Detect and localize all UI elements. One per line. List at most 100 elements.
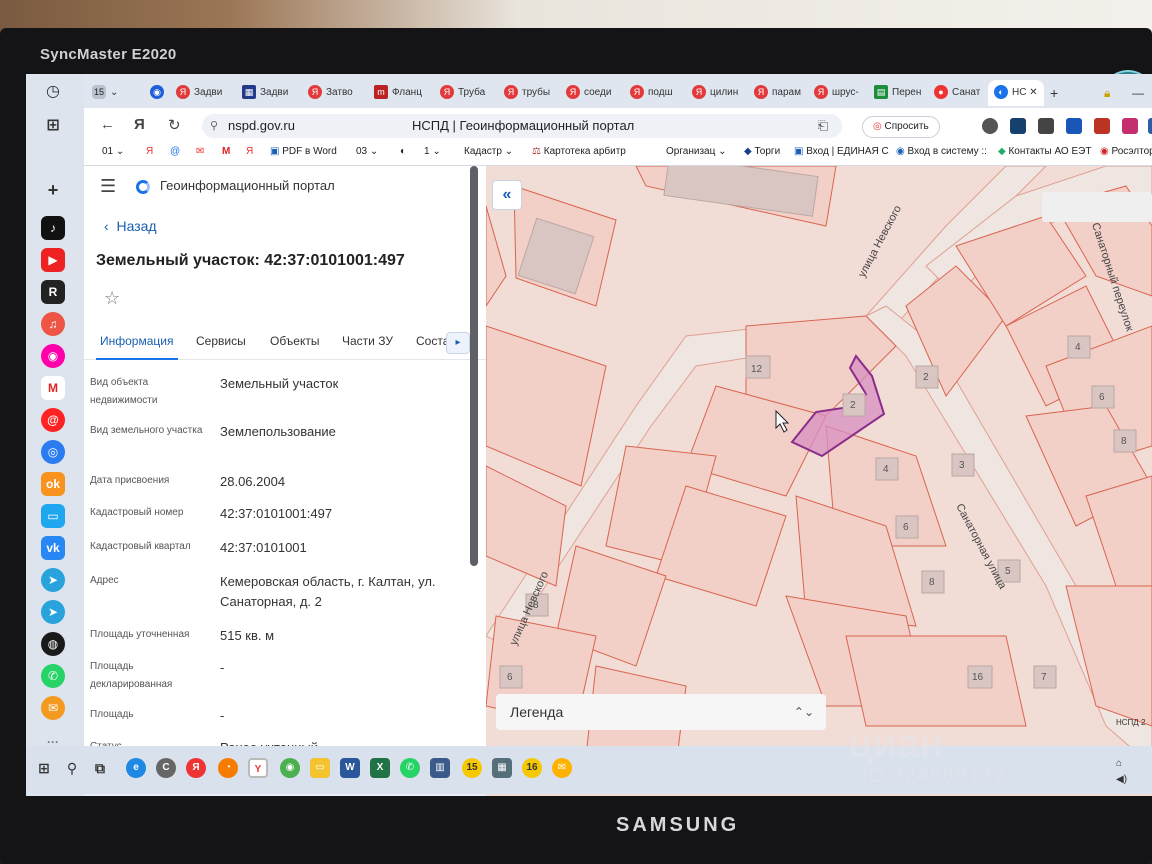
bookmark-organizations[interactable]: Организац ⌄ [666,146,726,157]
tab-11[interactable]: Япарам [754,80,812,106]
shield-icon[interactable] [1038,118,1054,134]
bookmark-01[interactable]: 01 ⌄ [102,146,124,157]
tab-14[interactable]: ● Санат [934,80,990,106]
gmail-icon[interactable]: M [41,376,65,400]
tab-3[interactable]: ▦ Задви [242,80,300,106]
tabs-scroll-right-icon[interactable]: ▸ [446,332,470,354]
whatsapp-icon[interactable]: ✆ [41,664,65,688]
music-icon[interactable]: ♫ [41,312,65,336]
excel-icon[interactable]: X [370,758,390,778]
back-button[interactable]: ‹ Назад [104,218,157,234]
bookmark-icon[interactable]: ⎗ [818,114,828,138]
close-icon[interactable]: ✕ [1029,87,1037,98]
bookmark-edinaya[interactable]: ▣ Вход | ЕДИНАЯ С [794,146,892,157]
site-info-icon[interactable]: ⚲ [210,114,218,138]
app-icon[interactable]: ▥ [430,758,450,778]
collapse-panel-button[interactable]: « [492,180,522,210]
sync-icon[interactable] [982,118,998,134]
browser-icon[interactable]: C [156,758,176,778]
bookmark-cadastre[interactable]: Кадастр ⌄ [464,146,513,157]
mail-bookmark-icon[interactable]: @ [170,146,180,157]
tab-12[interactable]: Яшрус- [814,80,872,106]
yandex-bookmark-icon-2[interactable]: Я [246,146,253,157]
whatsapp-icon[interactable]: ✆ [400,758,420,778]
bookmark-pdf-word[interactable]: ▣ PDF в Word [270,146,337,157]
tab-services[interactable]: Сервисы [196,334,246,348]
legend-panel[interactable]: Легенда ⌃⌄ [496,694,826,730]
pen-icon[interactable] [1122,118,1138,134]
folder-icon[interactable]: ▭ [310,758,330,778]
tab-2[interactable]: Я Задви [176,80,234,106]
counter-icon[interactable]: 15 [462,758,482,778]
tab-8[interactable]: Ясоеди [566,80,624,106]
bookmark-kartoteka[interactable]: ⚖ Картотека арбитр [532,146,626,157]
minimize-button[interactable]: — [1132,80,1144,106]
yandex-browser-icon[interactable]: Y [248,758,268,778]
tab-7[interactable]: Ятрубы [504,80,562,106]
yandex-logo-icon[interactable]: Я [134,116,145,133]
history-icon[interactable]: ◷ [41,80,65,104]
alice-icon[interactable]: ◍ [41,632,65,656]
tab-10[interactable]: Яцилин [692,80,750,106]
tab-5[interactable]: m Фланц [374,80,432,106]
odnoklassniki-icon[interactable]: ok [41,472,65,496]
firefox-icon[interactable]: ◔ [218,758,238,778]
tab-composition[interactable]: Соста [416,334,449,348]
ask-button[interactable]: ◎ Спросить [862,116,940,138]
tab-counter[interactable]: 15 ⌄ [92,80,118,106]
tab-4[interactable]: Я Затво [308,80,366,106]
lock-icon[interactable]: 🔒︎ [1104,80,1110,106]
translate-icon[interactable] [1148,118,1152,134]
extension-icon[interactable] [1010,118,1026,134]
rutube-icon[interactable]: R [41,280,65,304]
yandex-bookmark-icon[interactable]: Я [146,146,153,157]
chat-icon[interactable]: ▭ [41,504,65,528]
app-icon-2[interactable]: ▦ [492,758,512,778]
task-view-icon[interactable]: ⧉ [90,758,110,778]
edge-icon[interactable]: e [126,758,146,778]
mail-ru-icon[interactable]: ✉ [41,696,65,720]
tab-6[interactable]: Я Труба [440,80,498,106]
search-icon[interactable]: ⚲ [62,758,82,778]
tiktok-icon[interactable]: ♪ [41,216,65,240]
expand-icon[interactable]: ⌃⌄ [794,694,814,730]
messenger-icon[interactable]: ◎ [41,440,65,464]
bookmark-roseltorg[interactable]: ◉ Росэлторг Госуд [1100,146,1152,157]
gmail-bookmark-icon[interactable]: M [222,146,230,157]
reload-icon[interactable]: ↻ [168,116,181,134]
games-icon[interactable]: ◉ [41,344,65,368]
tab-1[interactable]: ◉ [150,80,168,106]
network-icon[interactable]: ⌂ [1116,758,1122,769]
word-icon[interactable]: W [340,758,360,778]
tab-information[interactable]: Информация [100,334,173,348]
add-icon[interactable]: + [41,178,65,202]
vpn-icon[interactable] [1066,118,1082,134]
windows-start-icon[interactable]: ⊞ [34,758,54,778]
bookmark-03[interactable]: 03 ⌄ [356,146,378,157]
favorite-star-icon[interactable]: ☆ [104,288,120,309]
tab-13[interactable]: ▤ Перен [874,80,932,106]
mail-ru-icon[interactable]: ✉ [552,758,572,778]
bookmark-eet[interactable]: ◆ Контакты АО ЕЭТ [998,146,1098,157]
adblock-icon[interactable] [1094,118,1110,134]
mail-ru-bookmark-icon[interactable]: ✉ [196,146,204,157]
tab-9[interactable]: Яподш [630,80,688,106]
youtube-icon[interactable]: ▶ [41,248,65,272]
back-arrow-icon[interactable]: ← [100,116,115,133]
apps-grid-icon[interactable]: ⊞ [41,114,65,138]
counter-icon-2[interactable]: 16 [522,758,542,778]
telegram-icon[interactable]: ➤ [41,568,65,592]
menu-icon[interactable]: ☰ [100,176,116,197]
tab-objects[interactable]: Объекты [270,334,320,348]
panel-scrollbar[interactable] [470,166,478,566]
volume-icon[interactable]: ◀︎) [1116,774,1127,785]
flag-ru-icon[interactable]: ◐ [400,146,406,157]
bookmark-1[interactable]: 1 ⌄ [424,146,441,157]
chrome-icon[interactable]: ◉ [280,758,300,778]
telegram-web-icon[interactable]: ➤ [41,600,65,624]
tab-parts[interactable]: Части ЗУ [342,334,393,348]
bookmark-login[interactable]: ◉ Вход в систему :: [896,146,996,157]
new-tab-button[interactable]: + [1050,80,1058,106]
tab-active[interactable]: ◐ НС ✕ [988,80,1044,106]
mail-icon[interactable]: @ [41,408,65,432]
